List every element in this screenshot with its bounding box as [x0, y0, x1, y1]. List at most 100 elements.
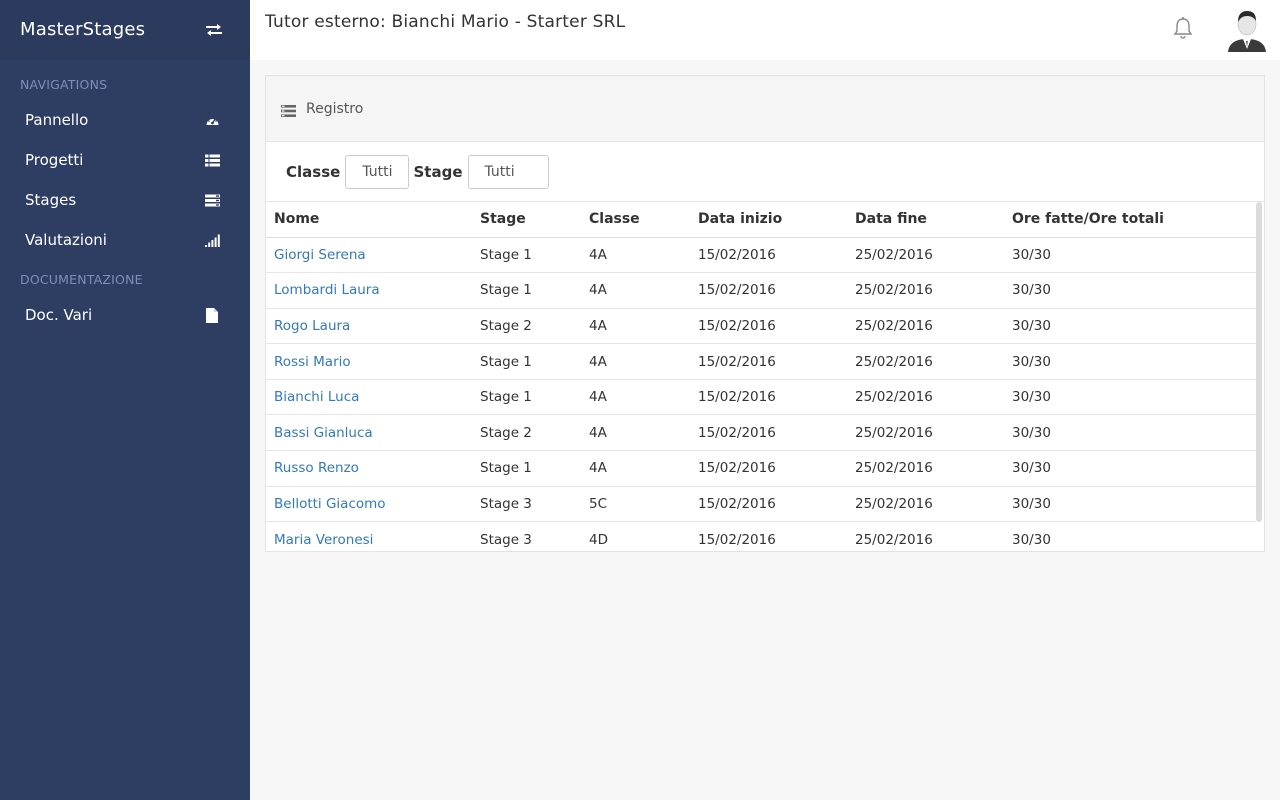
sidebar-item-label: Stages — [25, 191, 77, 209]
data-inizio-cell: 15/02/2016 — [690, 343, 847, 380]
table-row: Bassi Gianluca Stage 2 4A 15/02/2016 25/… — [266, 414, 1256, 452]
stage-cell: Stage 3 — [472, 486, 581, 523]
classe-cell: 4A — [581, 379, 690, 416]
bell-icon[interactable] — [1172, 16, 1194, 40]
sidebar-item-label: Pannello — [25, 111, 89, 129]
student-name-link[interactable]: Rogo Laura — [266, 308, 472, 345]
dashboard-icon — [204, 112, 220, 128]
stage-filter-select[interactable]: Tutti — [467, 154, 549, 189]
ore-cell: 30/30 — [1004, 486, 1256, 523]
data-inizio-cell: 15/02/2016 — [690, 308, 847, 345]
stages-icon — [204, 192, 220, 208]
classe-cell: 5C — [581, 486, 690, 523]
table-scrollbar[interactable] — [1256, 202, 1262, 522]
student-name-link[interactable]: Rossi Mario — [266, 343, 472, 380]
sidebar-item-doc-vari[interactable]: Doc. Vari — [0, 295, 250, 335]
sidebar-item-label: Valutazioni — [25, 231, 107, 249]
ore-cell: 30/30 — [1004, 521, 1256, 551]
sidebar-item-label: Progetti — [25, 151, 84, 169]
filters-bar: Classe Tutti Stage Tutti — [266, 142, 1264, 202]
classe-cell: 4A — [581, 343, 690, 380]
sidebar-item-stages[interactable]: Stages — [0, 180, 250, 220]
classe-cell: 4A — [581, 308, 690, 345]
table-row: Giorgi Serena Stage 1 4A 15/02/2016 25/0… — [266, 237, 1256, 274]
stage-cell: Stage 2 — [472, 308, 581, 345]
data-fine-cell: 25/02/2016 — [847, 486, 1004, 523]
sidebar: MasterStages NAVIGATIONS Pannello Proget… — [0, 0, 250, 800]
classe-filter-label: Classe — [286, 162, 341, 181]
column-header-data-fine[interactable]: Data fine — [847, 202, 1004, 238]
registro-table-container[interactable]: Nome Stage Classe Data inizio Data fine … — [266, 202, 1264, 551]
ore-cell: 30/30 — [1004, 272, 1256, 309]
student-name-link[interactable]: Maria Veronesi — [266, 521, 472, 551]
column-header-classe[interactable]: Classe — [581, 202, 690, 238]
data-fine-cell: 25/02/2016 — [847, 414, 1004, 452]
table-row: Bianchi Luca Stage 1 4A 15/02/2016 25/02… — [266, 379, 1256, 416]
student-name-link[interactable]: Lombardi Laura — [266, 272, 472, 309]
table-row: Rossi Mario Stage 1 4A 15/02/2016 25/02/… — [266, 343, 1256, 380]
sidebar-item-label: Doc. Vari — [25, 306, 93, 324]
stage-cell: Stage 1 — [472, 343, 581, 380]
student-name-link[interactable]: Bellotti Giacomo — [266, 486, 472, 523]
student-name-link[interactable]: Bianchi Luca — [266, 379, 472, 416]
classe-filter-select[interactable]: Tutti — [345, 154, 410, 189]
sidebar-item-pannello[interactable]: Pannello — [0, 100, 250, 140]
brand-bar: MasterStages — [0, 0, 250, 59]
stage-cell: Stage 1 — [472, 272, 581, 309]
registro-table: Nome Stage Classe Data inizio Data fine … — [266, 202, 1256, 551]
data-fine-cell: 25/02/2016 — [847, 379, 1004, 416]
data-fine-cell: 25/02/2016 — [847, 343, 1004, 380]
ore-cell: 30/30 — [1004, 414, 1256, 452]
data-fine-cell: 25/02/2016 — [847, 521, 1004, 551]
data-inizio-cell: 15/02/2016 — [690, 521, 847, 551]
classe-cell: 4D — [581, 521, 690, 551]
classe-cell: 4A — [581, 237, 690, 274]
ore-cell: 30/30 — [1004, 237, 1256, 274]
signal-bars-icon — [204, 232, 220, 248]
user-avatar[interactable] — [1226, 8, 1268, 52]
classe-cell: 4A — [581, 414, 690, 452]
data-inizio-cell: 15/02/2016 — [690, 486, 847, 523]
ore-cell: 30/30 — [1004, 379, 1256, 416]
column-header-ore[interactable]: Ore fatte/Ore totali — [1004, 202, 1256, 238]
sidebar-item-progetti[interactable]: Progetti — [0, 140, 250, 180]
data-fine-cell: 25/02/2016 — [847, 272, 1004, 309]
stage-cell: Stage 3 — [472, 521, 581, 551]
table-row: Russo Renzo Stage 1 4A 15/02/2016 25/02/… — [266, 450, 1256, 487]
column-header-data-inizio[interactable]: Data inizio — [690, 202, 847, 238]
table-row: Rogo Laura Stage 2 4A 15/02/2016 25/02/2… — [266, 308, 1256, 345]
top-header: Tutor esterno: Bianchi Mario - Starter S… — [250, 0, 1280, 60]
registro-panel: Registro Classe Tutti Stage Tutti Nome S… — [265, 75, 1265, 552]
stage-filter-label: Stage — [413, 162, 463, 181]
student-name-link[interactable]: Russo Renzo — [266, 450, 472, 487]
file-icon — [204, 307, 220, 323]
stage-cell: Stage 2 — [472, 414, 581, 452]
list-icon — [204, 152, 220, 168]
data-fine-cell: 25/02/2016 — [847, 308, 1004, 345]
table-header-row: Nome Stage Classe Data inizio Data fine … — [266, 202, 1256, 238]
column-header-nome[interactable]: Nome — [266, 202, 472, 238]
page-title: Tutor esterno: Bianchi Mario - Starter S… — [265, 12, 626, 32]
data-inizio-cell: 15/02/2016 — [690, 450, 847, 487]
panel-title: Registro — [306, 100, 364, 117]
data-inizio-cell: 15/02/2016 — [690, 414, 847, 452]
stage-cell: Stage 1 — [472, 237, 581, 274]
ore-cell: 30/30 — [1004, 308, 1256, 345]
student-name-link[interactable]: Giorgi Serena — [266, 237, 472, 274]
column-header-stage[interactable]: Stage — [472, 202, 581, 238]
student-name-link[interactable]: Bassi Gianluca — [266, 414, 472, 452]
table-row: Maria Veronesi Stage 3 4D 15/02/2016 25/… — [266, 521, 1256, 551]
data-inizio-cell: 15/02/2016 — [690, 272, 847, 309]
data-inizio-cell: 15/02/2016 — [690, 237, 847, 274]
stage-cell: Stage 1 — [472, 450, 581, 487]
panel-heading: Registro — [266, 76, 1264, 142]
section-navigations: NAVIGATIONS — [20, 77, 108, 92]
brand-name[interactable]: MasterStages — [20, 19, 145, 40]
sidebar-item-valutazioni[interactable]: Valutazioni — [0, 220, 250, 260]
table-row: Bellotti Giacomo Stage 3 5C 15/02/2016 2… — [266, 486, 1256, 523]
ore-cell: 30/30 — [1004, 343, 1256, 380]
sidebar-toggle-icon[interactable] — [205, 22, 223, 38]
section-documentazione: DOCUMENTAZIONE — [20, 272, 143, 287]
stage-cell: Stage 1 — [472, 379, 581, 416]
classe-cell: 4A — [581, 272, 690, 309]
